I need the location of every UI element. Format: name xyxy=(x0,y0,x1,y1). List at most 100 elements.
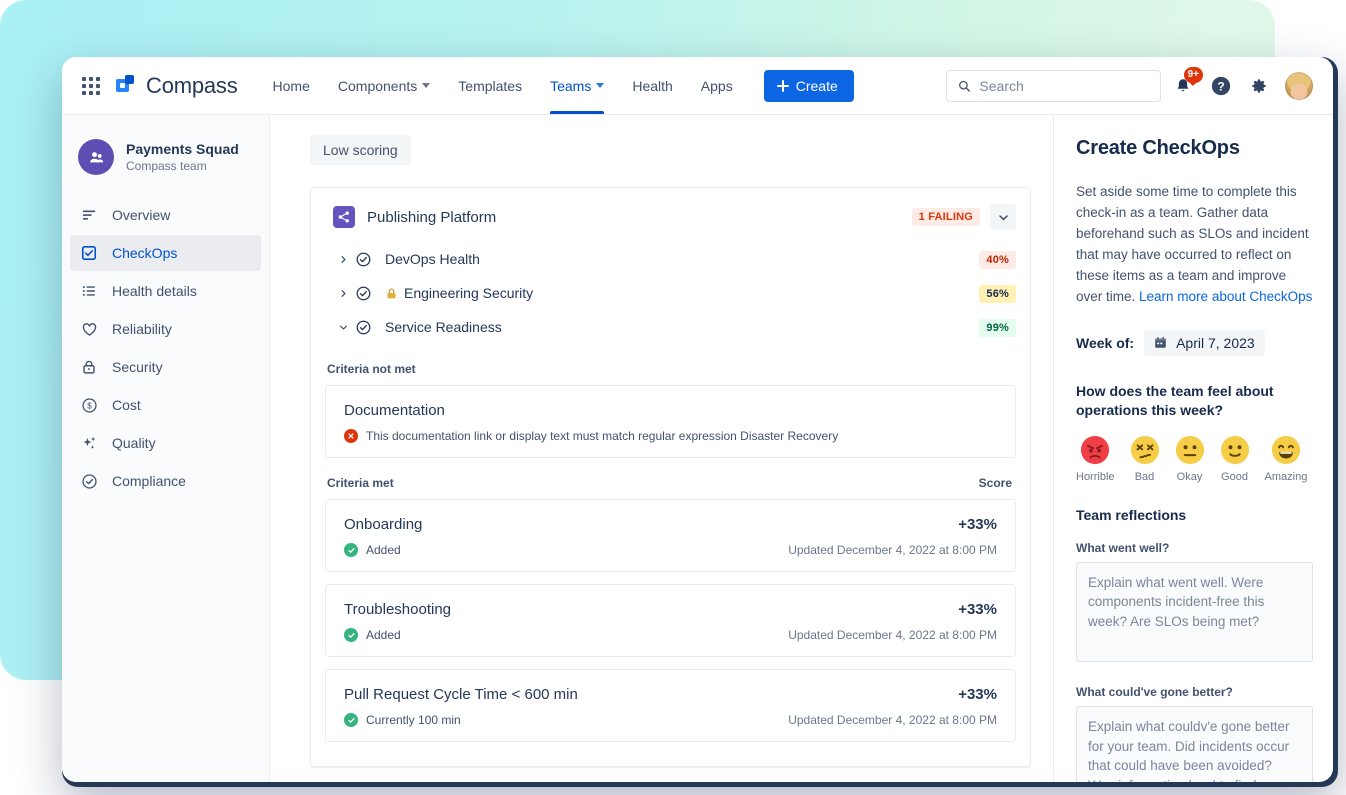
sidebar-item-quality[interactable]: Quality xyxy=(70,425,261,461)
sidebar-item-label: Cost xyxy=(112,397,141,413)
criterion-updated: Updated December 4, 2022 at 8:00 PM xyxy=(788,713,997,727)
search-icon xyxy=(958,79,970,93)
scorecard-row-service-readiness[interactable]: Service Readiness 99% xyxy=(325,310,1016,344)
scorecard-name: DevOps Health xyxy=(385,251,480,267)
mood-option-horrible[interactable]: Horrible xyxy=(1076,435,1115,483)
sidebar-item-label: Reliability xyxy=(112,321,172,337)
sidebar-item-label: Overview xyxy=(112,207,170,223)
nav-item-teams[interactable]: Teams xyxy=(537,57,617,114)
component-header: Publishing Platform 1 FAILING xyxy=(325,202,1016,242)
slight-smile-face-icon xyxy=(1220,435,1250,465)
scorecard-check-icon xyxy=(353,251,373,268)
nav-item-components[interactable]: Components xyxy=(325,57,443,114)
heart-icon xyxy=(80,320,98,338)
mood-option-okay[interactable]: Okay xyxy=(1175,435,1205,483)
chevron-down-icon[interactable] xyxy=(333,323,353,332)
sidebar-item-label: Quality xyxy=(112,435,156,451)
sidebar-item-overview[interactable]: Overview xyxy=(70,197,261,233)
sidebar-item-label: Compliance xyxy=(112,473,186,489)
user-avatar[interactable] xyxy=(1285,72,1313,100)
criterion-failure: This documentation link or display text … xyxy=(344,429,838,443)
compass-logo[interactable]: Compass xyxy=(116,73,238,99)
scorecard-row-devops-health[interactable]: DevOps Health 40% xyxy=(325,242,1016,276)
create-button[interactable]: Create xyxy=(764,70,854,102)
scorecard-row-engineering-security[interactable]: Engineering Security 56% xyxy=(325,276,1016,310)
sidebar-item-checkops[interactable]: CheckOps xyxy=(70,235,261,271)
criterion-updated: Updated December 4, 2022 at 8:00 PM xyxy=(788,543,997,557)
scorecard-score: 99% xyxy=(979,319,1016,337)
criterion-detail: This documentation link or display text … xyxy=(344,429,997,443)
top-navigation-bar: Compass Home Components Templates Teams … xyxy=(62,57,1333,115)
svg-text:$: $ xyxy=(87,401,92,410)
primary-nav: Home Components Templates Teams Health A… xyxy=(260,57,746,114)
padlock-icon xyxy=(385,287,398,300)
what-went-well-textarea[interactable] xyxy=(1076,562,1313,662)
panel-description: Set aside some time to complete this che… xyxy=(1076,182,1313,308)
criterion-not-met[interactable]: Documentation This documentation link or… xyxy=(325,385,1016,458)
search-box[interactable] xyxy=(946,70,1161,102)
notifications-button[interactable]: 9+ xyxy=(1167,70,1199,102)
week-date-picker[interactable]: April 7, 2023 xyxy=(1144,330,1265,356)
criterion-status-label: Currently 100 min xyxy=(366,713,461,727)
scorecard-check-icon xyxy=(353,319,373,336)
create-button-label: Create xyxy=(796,78,838,94)
team-reflections-title: Team reflections xyxy=(1076,507,1313,523)
scorecard-name-wrap: Engineering Security xyxy=(385,285,533,301)
success-icon xyxy=(344,543,358,557)
main-content: Low scoring Publishing Platform 1 FAILIN… xyxy=(270,115,1053,782)
check-circle-icon xyxy=(80,472,98,490)
search-input[interactable] xyxy=(979,78,1149,94)
mood-question: How does the team feel about operations … xyxy=(1076,382,1313,421)
collapse-component-button[interactable] xyxy=(990,204,1016,230)
compass-mark-icon xyxy=(116,75,138,97)
mood-option-amazing[interactable]: Amazing xyxy=(1265,435,1308,483)
learn-more-link[interactable]: Learn more about CheckOps xyxy=(1139,289,1312,304)
dollar-circle-icon: $ xyxy=(80,396,98,414)
chevron-right-icon[interactable] xyxy=(333,255,353,264)
neutral-face-icon xyxy=(1175,435,1205,465)
sidebar-item-security[interactable]: Security xyxy=(70,349,261,385)
nav-item-home[interactable]: Home xyxy=(260,57,323,114)
mood-option-good[interactable]: Good xyxy=(1220,435,1250,483)
mood-option-bad[interactable]: Bad xyxy=(1130,435,1160,483)
sidebar-item-reliability[interactable]: Reliability xyxy=(70,311,261,347)
failing-badge: 1 FAILING xyxy=(912,208,980,226)
week-of-label: Week of: xyxy=(1076,335,1134,351)
mood-label: Amazing xyxy=(1265,471,1308,483)
grinning-face-icon xyxy=(1271,435,1301,465)
sidebar-item-compliance[interactable]: Compliance xyxy=(70,463,261,499)
criterion-score: +33% xyxy=(958,601,997,618)
nav-item-health[interactable]: Health xyxy=(619,57,685,114)
criterion-met-pr-cycle-time[interactable]: Pull Request Cycle Time < 600 min +33% C… xyxy=(325,669,1016,742)
criterion-met-onboarding[interactable]: Onboarding +33% Added Updated December 4… xyxy=(325,499,1016,572)
nav-item-templates[interactable]: Templates xyxy=(445,57,535,114)
criterion-met-troubleshooting[interactable]: Troubleshooting +33% Added Updated Decem… xyxy=(325,584,1016,657)
sidebar-item-health-details[interactable]: Health details xyxy=(70,273,261,309)
scorecard-name: Engineering Security xyxy=(404,285,533,301)
angry-face-icon xyxy=(1080,435,1110,465)
criterion-status: Currently 100 min xyxy=(344,713,461,727)
field-label-what-could-have-gone-better: What could've gone better? xyxy=(1076,685,1313,699)
criterion-title: Troubleshooting xyxy=(344,601,451,618)
week-of-row: Week of: April 7, 2023 xyxy=(1076,330,1313,356)
filter-chip-low-scoring[interactable]: Low scoring xyxy=(310,135,411,165)
field-label-what-went-well: What went well? xyxy=(1076,541,1313,555)
nav-label: Templates xyxy=(458,78,522,94)
app-switcher-icon[interactable] xyxy=(76,71,106,101)
sidebar-item-cost[interactable]: $ Cost xyxy=(70,387,261,423)
what-could-have-gone-better-textarea[interactable] xyxy=(1076,706,1313,782)
mood-selector: Horrible Bad xyxy=(1076,435,1313,483)
error-icon xyxy=(344,429,358,443)
nav-item-apps[interactable]: Apps xyxy=(688,57,746,114)
component-header-actions: 1 FAILING xyxy=(912,204,1016,230)
scorecard-score: 56% xyxy=(979,285,1016,303)
nav-label: Apps xyxy=(701,78,733,94)
nav-label: Components xyxy=(338,78,417,94)
lock-icon xyxy=(80,358,98,376)
team-header[interactable]: Payments Squad Compass team xyxy=(62,139,269,197)
help-button[interactable]: ? xyxy=(1205,70,1237,102)
team-subtitle: Compass team xyxy=(126,158,239,175)
settings-button[interactable] xyxy=(1243,70,1275,102)
scorecard-check-icon xyxy=(353,285,373,302)
chevron-right-icon[interactable] xyxy=(333,289,353,298)
